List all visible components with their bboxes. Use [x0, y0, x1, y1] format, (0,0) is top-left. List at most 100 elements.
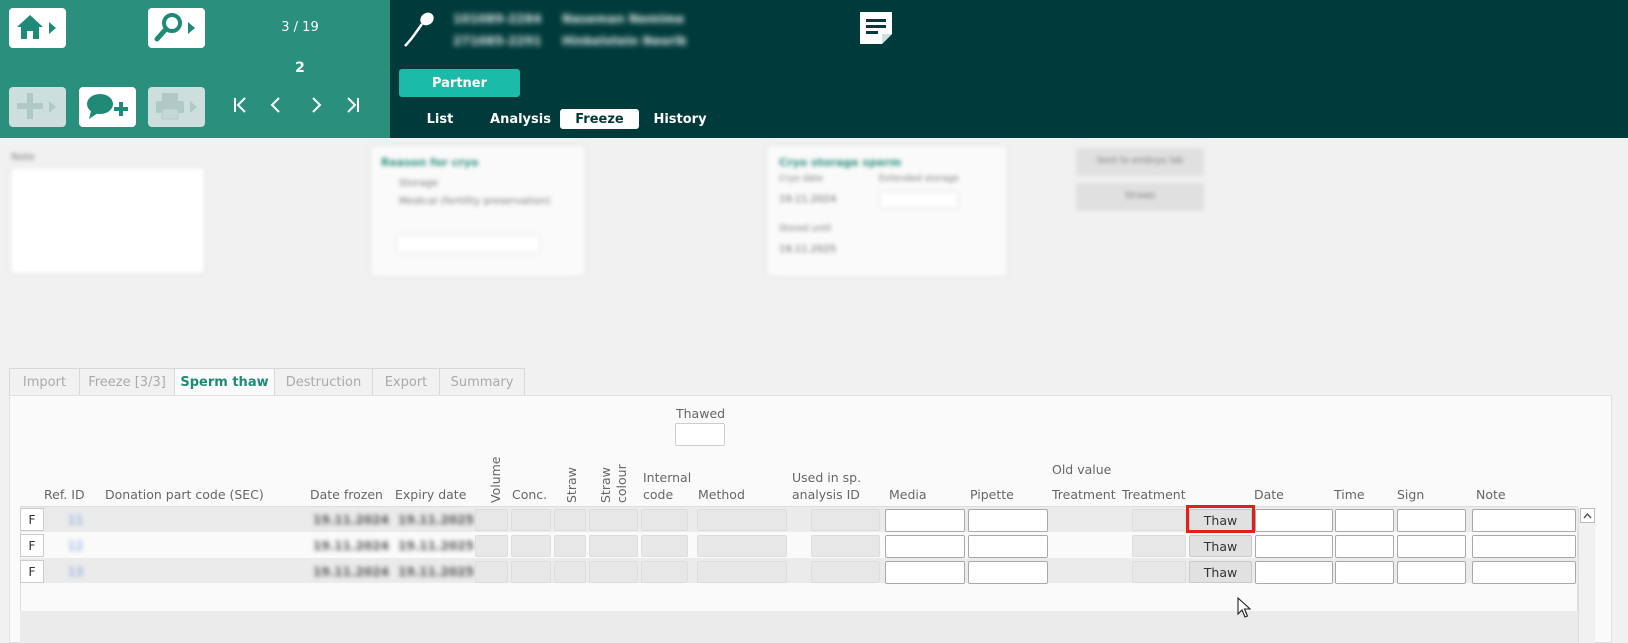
used-in-cell: [811, 561, 880, 583]
reason-option-storage[interactable]: Storage: [399, 178, 438, 189]
col-conc: Conc.: [512, 487, 548, 502]
cryo-date-value: 19.11.2024: [779, 194, 837, 205]
conc-cell: [511, 535, 551, 557]
internal-code-cell: [641, 509, 688, 531]
note-label: Note: [11, 152, 35, 163]
time-input[interactable]: [1335, 535, 1394, 558]
tab-history[interactable]: History: [645, 109, 715, 129]
subtab-freeze[interactable]: Freeze [3/3]: [79, 368, 175, 395]
subtab-destruction[interactable]: Destruction: [274, 368, 373, 395]
tab-analysis[interactable]: Analysis: [483, 109, 558, 129]
add-comment-button[interactable]: [79, 87, 136, 127]
home-icon: [15, 13, 45, 44]
col-treatment: Treatment: [1122, 487, 1186, 502]
sign-input[interactable]: [1397, 535, 1466, 558]
pipette-input[interactable]: [968, 561, 1048, 584]
volume-cell: [475, 535, 508, 557]
used-in-cell: [811, 535, 880, 557]
col-pipette: Pipette: [970, 487, 1014, 502]
ref-id-link[interactable]: 13: [68, 565, 83, 579]
date-frozen-value: 19.11.2024: [313, 539, 389, 553]
sent-to-embryo-lab-button[interactable]: Sent to embryo lab: [1076, 148, 1204, 176]
thaw-button[interactable]: Thaw: [1189, 561, 1252, 583]
sign-input[interactable]: [1397, 561, 1466, 584]
col-sign: Sign: [1397, 487, 1425, 502]
patient-id-2: 271085-2291: [453, 34, 542, 48]
method-cell: [697, 561, 787, 583]
straw-cell: [554, 509, 586, 531]
next-record-icon[interactable]: [308, 95, 324, 120]
time-input[interactable]: [1335, 561, 1394, 584]
tab-list[interactable]: List: [410, 109, 470, 129]
note-input[interactable]: [1472, 561, 1576, 584]
media-input[interactable]: [885, 509, 965, 532]
note-box[interactable]: [11, 168, 204, 273]
conc-cell: [511, 509, 551, 531]
col-treatment-old: Treatment: [1052, 487, 1116, 502]
note-input[interactable]: [1472, 509, 1576, 532]
print-button[interactable]: [148, 87, 205, 127]
home-button[interactable]: [9, 8, 66, 48]
date-input[interactable]: [1255, 561, 1333, 584]
row-stripe: [20, 611, 1578, 643]
col-media: Media: [889, 487, 927, 502]
reason-card: Reason for cryo Storage Medical (fertili…: [371, 146, 585, 276]
col-time: Time: [1334, 487, 1365, 502]
col-method: Method: [698, 487, 745, 502]
printer-icon: [154, 91, 186, 124]
last-record-icon[interactable]: [345, 95, 361, 120]
patient-name-2: Hinkelstein Neorik: [562, 34, 687, 48]
col-used-in-1: Used in sp.: [792, 470, 862, 485]
treatment-cell: [1132, 535, 1186, 557]
reason-title: Reason for cryo: [381, 156, 479, 169]
patient-name-1: Naseman Nemime: [562, 12, 685, 26]
reason-option-medical[interactable]: Medical (fertility preservation): [399, 196, 550, 207]
previous-record-icon[interactable]: [268, 95, 284, 120]
table-scrollbar[interactable]: [1578, 508, 1595, 643]
cryo-storage-title: Cryo storage sperm: [779, 156, 902, 169]
plus-icon: [15, 91, 45, 124]
ref-id-link[interactable]: 12: [68, 539, 83, 553]
document-icon[interactable]: [856, 8, 896, 51]
internal-code-cell: [641, 535, 688, 557]
col-internal-code-2: code: [643, 487, 674, 502]
add-button[interactable]: [9, 87, 66, 127]
col-straw-colour-2: colour: [614, 464, 629, 503]
extended-storage-input[interactable]: [879, 191, 959, 209]
date-input[interactable]: [1255, 509, 1333, 532]
subtab-sperm-thaw[interactable]: Sperm thaw: [174, 368, 275, 396]
col-straw-colour-1: Straw: [598, 467, 613, 503]
subtab-export[interactable]: Export: [372, 368, 440, 395]
row-flag: F: [20, 560, 44, 583]
sperm-icon: [401, 10, 437, 53]
col-date: Date: [1254, 487, 1284, 502]
thaw-button[interactable]: Thaw: [1189, 535, 1252, 557]
pipette-input[interactable]: [968, 509, 1048, 532]
date-frozen-value: 19.11.2024: [313, 513, 389, 527]
pipette-input[interactable]: [968, 535, 1048, 558]
note-input[interactable]: [1472, 535, 1576, 558]
cryo-storage-card: Cryo storage sperm Cryo date 19.11.2024 …: [767, 146, 1007, 276]
reason-select[interactable]: [396, 234, 541, 254]
tab-freeze[interactable]: Freeze: [560, 109, 639, 129]
sign-input[interactable]: [1397, 509, 1466, 532]
media-input[interactable]: [885, 561, 965, 584]
straws-button[interactable]: Straws: [1076, 183, 1204, 211]
col-donation-part-code: Donation part code (SEC): [105, 487, 264, 502]
ref-id-link[interactable]: 11: [68, 513, 83, 527]
search-button[interactable]: [148, 8, 205, 48]
time-input[interactable]: [1335, 509, 1394, 532]
thawed-filter-input[interactable]: [675, 423, 725, 446]
partner-button[interactable]: Partner: [399, 69, 520, 97]
expiry-date-value: 19.11.2025: [398, 539, 474, 553]
conc-cell: [511, 561, 551, 583]
scroll-up-icon[interactable]: [1579, 508, 1595, 523]
straw-colour-cell: [589, 561, 638, 583]
date-input[interactable]: [1255, 535, 1333, 558]
media-input[interactable]: [885, 535, 965, 558]
treatment-cell: [1132, 509, 1186, 531]
used-in-cell: [811, 509, 880, 531]
subtab-import[interactable]: Import: [9, 368, 80, 395]
first-record-icon[interactable]: [232, 95, 248, 120]
subtab-summary[interactable]: Summary: [439, 368, 525, 395]
